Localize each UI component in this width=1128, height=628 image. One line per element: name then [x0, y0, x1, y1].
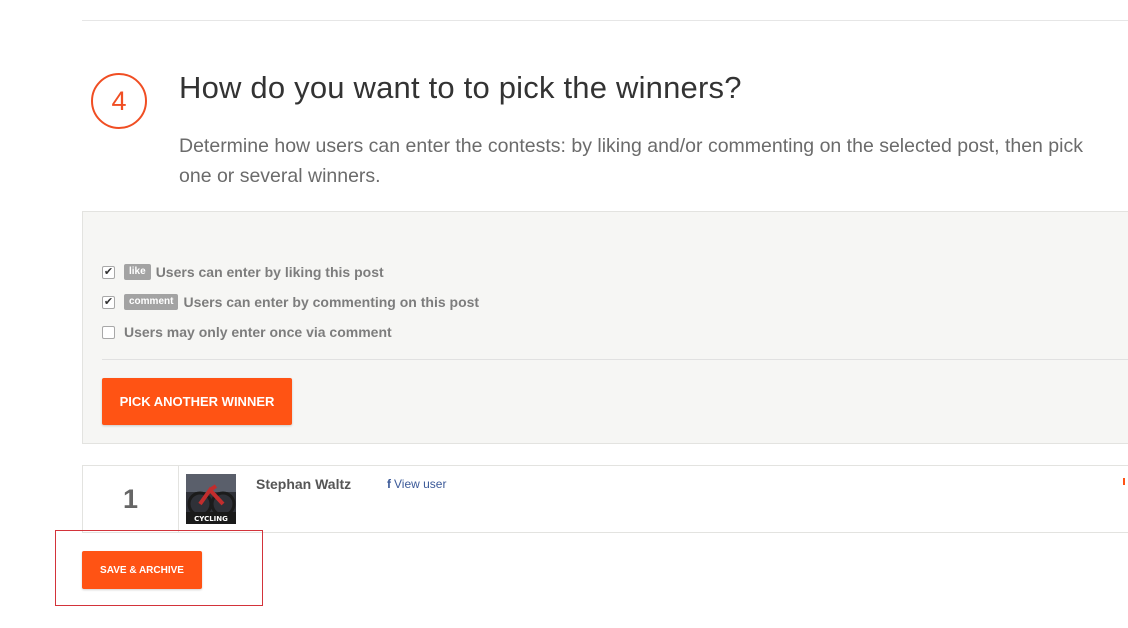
check-icon: ✔	[103, 265, 114, 278]
entry-options-panel: ✔ like Users can enter by liking this po…	[82, 211, 1128, 444]
once-option-label: Users may only enter once via comment	[124, 324, 392, 340]
panel-divider	[102, 359, 1128, 360]
avatar: CYCLING	[186, 474, 236, 524]
option-like[interactable]: ✔ like Users can enter by liking this po…	[102, 262, 384, 282]
section-description: Determine how users can enter the contes…	[179, 135, 1083, 187]
once-checkbox[interactable]	[102, 325, 115, 339]
winner-row: 1 CYCLING Stephan Waltz f View user	[82, 465, 1128, 533]
comment-option-label: Users can enter by commenting on this po…	[183, 294, 480, 310]
avatar-image: CYCLING	[186, 474, 236, 524]
comment-checkbox[interactable]: ✔	[102, 295, 115, 309]
row-edge-marker	[1123, 478, 1125, 485]
option-once-via-comment[interactable]: Users may only enter once via comment	[102, 322, 392, 342]
winner-rank: 1	[83, 466, 179, 532]
section-heading: How do you want to to pick the winners?	[179, 70, 742, 105]
check-icon: ✔	[103, 295, 114, 308]
step-number-badge: 4	[91, 73, 147, 129]
step-number: 4	[111, 85, 127, 116]
option-comment[interactable]: ✔ comment Users can enter by commenting …	[102, 292, 479, 312]
pick-another-winner-button[interactable]: PICK ANOTHER WINNER	[102, 378, 292, 425]
like-checkbox[interactable]: ✔	[102, 265, 115, 279]
save-and-archive-button[interactable]: SAVE & ARCHIVE	[82, 551, 202, 589]
like-tag: like	[124, 264, 151, 280]
view-user-link[interactable]: f View user	[387, 477, 446, 491]
winner-name: Stephan Waltz	[256, 476, 352, 492]
top-divider	[82, 20, 1128, 21]
facebook-icon: f	[387, 477, 391, 491]
view-user-label: View user	[394, 477, 447, 491]
avatar-caption: CYCLING	[194, 515, 228, 523]
like-option-label: Users can enter by liking this post	[155, 264, 384, 280]
comment-tag: comment	[124, 294, 179, 310]
